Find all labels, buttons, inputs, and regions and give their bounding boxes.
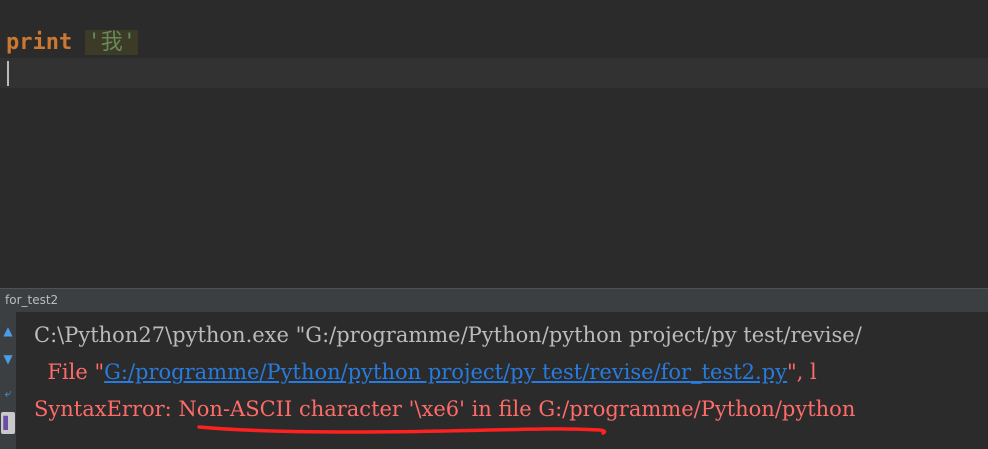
console-command-line: C:\Python27\python.exe "G:/programme/Pyt… [34, 323, 862, 347]
bookmark-icon[interactable]: ▌ [1, 412, 15, 434]
text-caret [7, 61, 9, 86]
editor-line-2-current[interactable] [0, 58, 988, 88]
console-output[interactable]: C:\Python27\python.exe "G:/programme/Pyt… [34, 312, 988, 449]
keyword-print: print [6, 30, 73, 55]
run-config-title: for_test2 [5, 293, 59, 307]
run-tool-window-header: for_test2 [0, 288, 988, 312]
traceback-file-link[interactable]: G:/programme/Python/python project/py te… [104, 360, 787, 384]
traceback-suffix: ", l [787, 360, 817, 384]
code-editor[interactable]: print '我' [0, 0, 988, 288]
arrow-down-icon[interactable]: ▼ [1, 350, 15, 368]
editor-line-1[interactable]: print '我' [0, 28, 988, 58]
traceback-prefix: File " [47, 360, 105, 384]
console-traceback-line: File "G:/programme/Python/python project… [34, 357, 817, 387]
run-panel: ▲ ▼ ⤶ ▌ C:\Python27\python.exe "G:/progr… [0, 312, 988, 449]
string-literal: '我' [85, 30, 138, 55]
code-text: print '我' [6, 28, 138, 58]
console-error-line: SyntaxError: Non-ASCII character '\xe6' … [34, 397, 856, 421]
run-side-toolbar: ▲ ▼ ⤶ ▌ [0, 312, 17, 449]
soft-wrap-icon[interactable]: ⤶ [1, 384, 15, 402]
arrow-up-icon[interactable]: ▲ [1, 322, 15, 340]
